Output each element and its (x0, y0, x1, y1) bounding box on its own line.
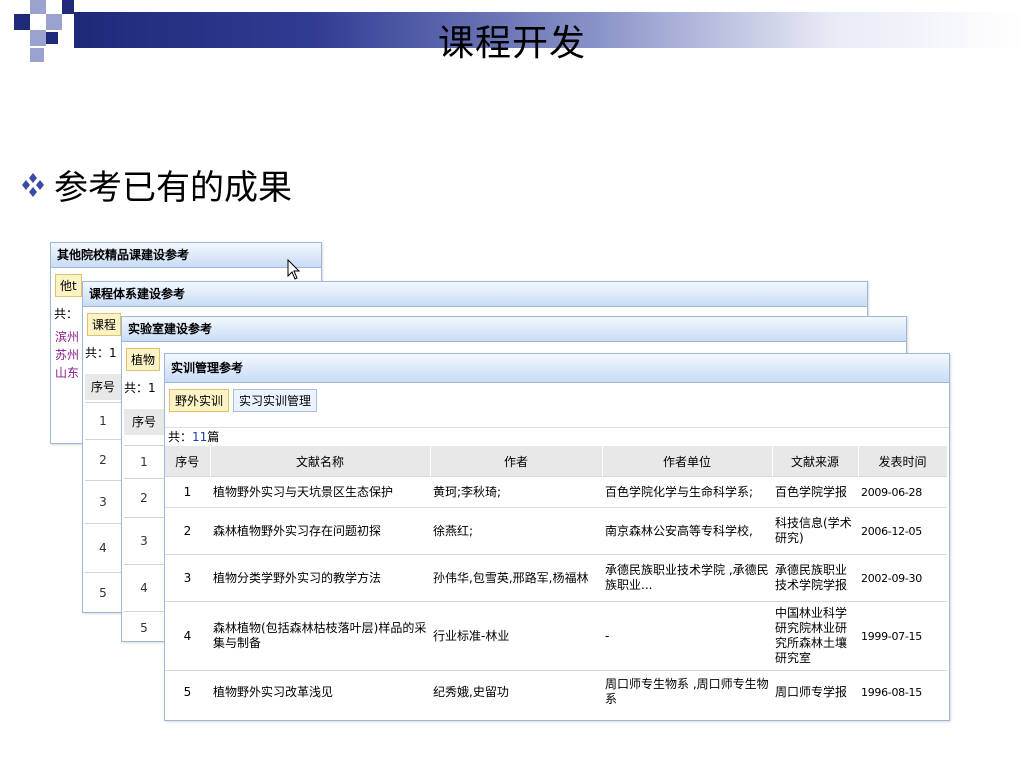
panel-title: 其他院校精品课建设参考 (51, 243, 321, 268)
column-header: 序号 (124, 409, 164, 435)
source-cell: 承德民族职业技术学院学报 (772, 554, 858, 602)
source-cell: 科技信息(学术研究) (772, 507, 858, 555)
author-cell: 行业标准-林业 (430, 601, 602, 671)
author-cell: 黄珂;李秋琦; (430, 476, 602, 508)
mouse-cursor-icon (287, 259, 301, 280)
column-header: 文献名称 (210, 446, 431, 477)
unit-cell: 周口师专生物系 ,周口师专生物系 (602, 670, 772, 713)
column-header: 作者 (430, 446, 603, 477)
table-cell: 1 (124, 445, 164, 478)
table-row: 3 植物分类学野外实习的教学方法 孙伟华,包雪英,邢路军,杨福林 承德民族职业技… (165, 554, 947, 602)
literature-table: 序号 文献名称 作者 作者单位 文献来源 发表时间 1 植物野外实习与天坑景区生… (165, 446, 948, 713)
unit-cell: 百色学院化学与生命科学系; (602, 476, 772, 508)
table-row: 1 植物野外实习与天坑景区生态保护 黄珂;李秋琦; 百色学院化学与生命科学系; … (165, 476, 947, 508)
four-diamond-bullet-icon (22, 172, 44, 197)
table-header-row: 序号 文献名称 作者 作者单位 文献来源 发表时间 (165, 446, 948, 477)
bullet-text: 参考已有的成果 (54, 168, 292, 208)
tab-field-training[interactable]: 野外实训 (169, 389, 230, 412)
table-cell: 3 (85, 480, 121, 523)
column-header: 发表时间 (858, 446, 948, 477)
count-number: 11 (192, 430, 208, 444)
date-cell: 1996-08-15 (858, 670, 947, 713)
table-cell: 5 (85, 572, 121, 612)
tab[interactable]: 植物 (126, 348, 161, 371)
date-cell: 2002-09-30 (858, 554, 947, 602)
tab-internship-management[interactable]: 实习实训管理 (233, 389, 318, 412)
table-cell: 2 (124, 478, 164, 517)
date-cell: 2009-06-28 (858, 476, 947, 508)
source-cell: 百色学院学报 (772, 476, 858, 508)
panel-title: 课程体系建设参考 (83, 282, 867, 307)
article-title-link[interactable]: 植物野外实习改革浅见 (210, 670, 430, 713)
result-count: 共：11篇 (165, 428, 949, 446)
panel-training-management: 实训管理参考 野外实训 实习实训管理 共：11篇 序号 文献名称 作者 作者单位… (164, 353, 950, 721)
column-header: 文献来源 (772, 446, 859, 477)
date-cell: 2006-12-05 (858, 507, 947, 555)
row-number: 5 (165, 670, 210, 713)
row-number: 2 (165, 507, 210, 555)
column-header: 序号 (165, 446, 211, 477)
unit-cell: 南京森林公安高等专科学校, (602, 507, 772, 555)
article-title-link[interactable]: 森林植物(包括森林枯枝落叶层)样品的采集与制备 (210, 601, 430, 671)
deco-square (30, 0, 46, 14)
source-cell: 周口师专学报 (772, 670, 858, 713)
tab[interactable]: 课程 (87, 313, 122, 336)
table-row: 2 森林植物野外实习存在问题初探 徐燕红; 南京森林公安高等专科学校, 科技信息… (165, 507, 947, 555)
author-cell: 徐燕红; (430, 507, 602, 555)
source-cell: 中国林业科学研究院林业研究所森林土壤研究室 (772, 601, 858, 671)
row-number: 3 (165, 554, 210, 602)
count-suffix: 篇 (207, 430, 220, 444)
unit-cell: - (602, 601, 772, 671)
table-cell: 4 (124, 564, 164, 611)
table-cell: 3 (124, 517, 164, 564)
article-title-link[interactable]: 植物野外实习与天坑景区生态保护 (210, 476, 430, 508)
tab[interactable]: 他t (55, 274, 82, 297)
table-cell: 1 (85, 402, 121, 439)
column-header: 序号 (85, 374, 121, 400)
article-title-link[interactable]: 植物分类学野外实习的教学方法 (210, 554, 430, 602)
bullet-item: 参考已有的成果 (18, 160, 292, 209)
table-cell: 5 (124, 611, 164, 641)
row-number: 4 (165, 601, 210, 671)
table-cell: 2 (85, 439, 121, 480)
deco-square (62, 0, 74, 14)
author-cell: 纪秀娥,史留功 (430, 670, 602, 713)
table-row: 5 植物野外实习改革浅见 纪秀娥,史留功 周口师专生物系 ,周口师专生物系 周口… (165, 670, 947, 713)
author-cell: 孙伟华,包雪英,邢路军,杨福林 (430, 554, 602, 602)
panel-title: 实训管理参考 (165, 354, 949, 383)
article-title-link[interactable]: 森林植物野外实习存在问题初探 (210, 507, 430, 555)
date-cell: 1999-07-15 (858, 601, 947, 671)
tab-bar: 野外实训 实习实训管理 (165, 383, 949, 428)
table-row: 4 森林植物(包括森林枯枝落叶层)样品的采集与制备 行业标准-林业 - 中国林业… (165, 601, 947, 671)
panel-title: 实验室建设参考 (122, 317, 906, 342)
count-prefix: 共： (168, 430, 193, 444)
slide-title: 课程开发 (437, 23, 586, 64)
column-header: 作者单位 (602, 446, 773, 477)
row-number: 1 (165, 476, 210, 508)
unit-cell: 承德民族职业技术学院 ,承德民族职业... (602, 554, 772, 602)
table-cell: 4 (85, 523, 121, 572)
